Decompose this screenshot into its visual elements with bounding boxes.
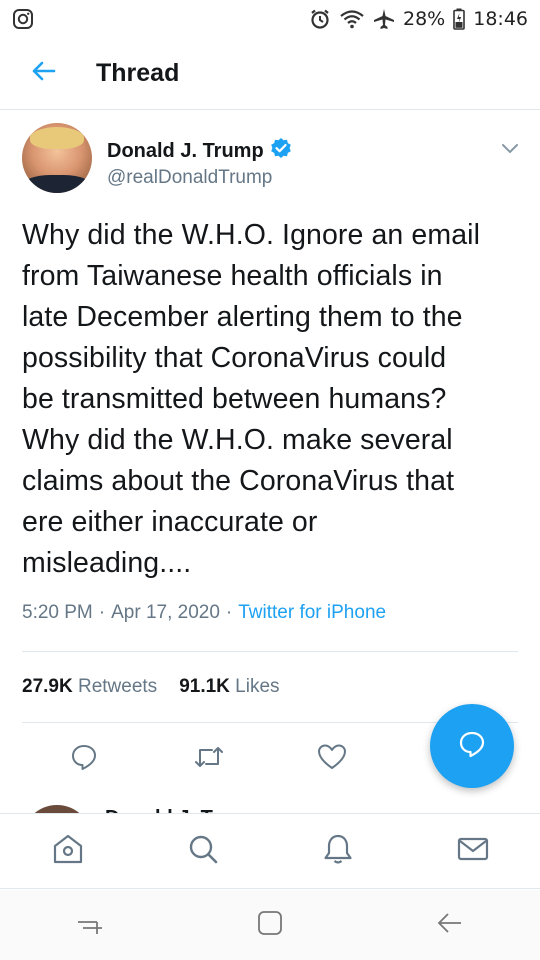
- back-system-button[interactable]: [420, 895, 480, 955]
- like-icon: [317, 743, 347, 776]
- wifi-icon: [339, 8, 365, 30]
- meta-separator-2: ·: [225, 602, 233, 623]
- avatar[interactable]: [22, 123, 92, 193]
- tweet-meta: 5:20 PM · Apr 17, 2020 · Twitter for iPh…: [22, 602, 386, 624]
- retweets-label: Retweets: [77, 676, 158, 697]
- bottom-nav: [0, 813, 540, 889]
- home-system-button[interactable]: [240, 895, 300, 955]
- author-name-row[interactable]: Donald J. Trump: [107, 137, 292, 165]
- likes-label: Likes: [235, 676, 280, 697]
- tweet-author: Donald J. Trump @realDonaldTrump: [22, 123, 522, 195]
- verified-badge-icon: [270, 137, 292, 165]
- tweet-source-link[interactable]: Twitter for iPhone: [238, 602, 386, 624]
- alarm-icon: [309, 8, 331, 30]
- notifications-icon: [321, 832, 355, 871]
- home-icon: [51, 832, 85, 871]
- clock: 18:46: [473, 8, 528, 30]
- tweet-date: Apr 17, 2020: [111, 602, 220, 623]
- page-title: Thread: [96, 59, 180, 87]
- divider: [22, 651, 518, 652]
- retweet-icon: [194, 744, 224, 775]
- search-icon: [186, 832, 220, 871]
- tweet-time: 5:20 PM: [22, 602, 93, 623]
- chevron-down-icon[interactable]: [498, 137, 522, 161]
- likes-count: 91.1K: [179, 676, 230, 697]
- retweets-count: 27.9K: [22, 676, 73, 697]
- thread-header: Thread: [0, 38, 540, 110]
- nav-home[interactable]: [38, 821, 98, 881]
- messages-icon: [456, 832, 490, 871]
- compose-reply-button[interactable]: [430, 704, 514, 788]
- recents-button[interactable]: [60, 895, 120, 955]
- home-square-icon: [256, 909, 284, 942]
- tweet-text: Why did the W.H.O. Ignore an email from …: [22, 219, 481, 579]
- reply-icon: [70, 743, 98, 776]
- nav-messages[interactable]: [443, 821, 503, 881]
- reply-compose-icon: [457, 729, 487, 764]
- recents-icon: [75, 908, 105, 943]
- retweets-stat[interactable]: 27.9K Retweets: [22, 676, 157, 698]
- airplane-icon: [373, 8, 395, 30]
- arrow-left-icon: [32, 61, 56, 86]
- system-nav: [0, 890, 540, 960]
- likes-stat[interactable]: 91.1K Likes: [179, 676, 279, 698]
- battery-icon: [453, 8, 466, 30]
- author-name: Donald J. Trump: [107, 139, 264, 162]
- retweet-button[interactable]: [189, 739, 229, 779]
- like-button[interactable]: [312, 739, 352, 779]
- status-bar: 28% 18:46: [0, 0, 540, 38]
- back-button[interactable]: [12, 42, 76, 106]
- tweet-stats: 27.9K Retweets 91.1K Likes: [22, 676, 280, 698]
- instagram-icon: [12, 8, 34, 30]
- battery-percent: 28%: [403, 8, 446, 30]
- next-tweet-preview[interactable]: Donald J. Trump: [0, 795, 540, 815]
- meta-separator: ·: [98, 602, 106, 623]
- back-icon: [435, 908, 465, 943]
- reply-button[interactable]: [64, 739, 104, 779]
- nav-search[interactable]: [173, 821, 233, 881]
- author-handle[interactable]: @realDonaldTrump: [107, 167, 272, 189]
- nav-notifications[interactable]: [308, 821, 368, 881]
